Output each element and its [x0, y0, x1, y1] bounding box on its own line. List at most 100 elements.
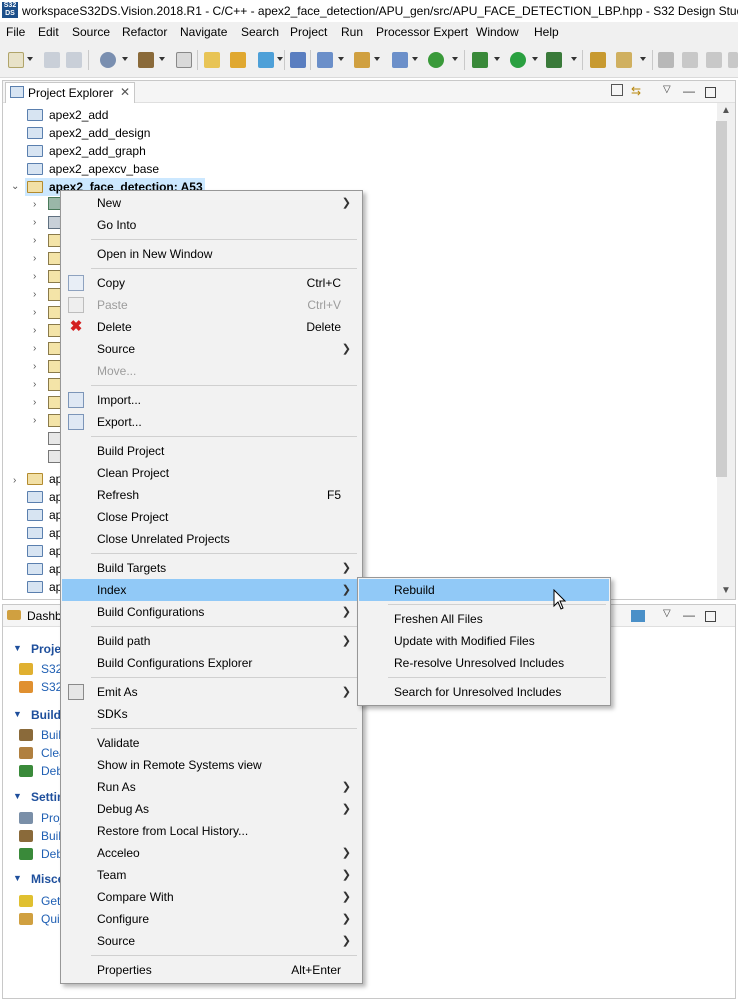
menu-refactor[interactable]: Refactor: [122, 25, 167, 39]
tree-item[interactable]: ap: [27, 524, 62, 542]
key-dropdown-icon[interactable]: [640, 57, 646, 61]
menu-item-copy[interactable]: Copy Ctrl+C: [62, 272, 361, 294]
dashboard-link[interactable]: Buil: [41, 829, 61, 843]
menu-item-restore-local-history[interactable]: Restore from Local History...: [62, 820, 361, 842]
external-tools-icon[interactable]: [546, 52, 562, 68]
build-hammer-icon[interactable]: [138, 52, 154, 68]
menu-item-acceleo[interactable]: Acceleo ❯: [62, 842, 361, 864]
menu-item-close-unrelated-projects[interactable]: Close Unrelated Projects: [62, 528, 361, 550]
new-source-icon[interactable]: [392, 52, 408, 68]
submenu-item-freshen-all-files[interactable]: Freshen All Files: [359, 608, 609, 630]
chevron-right-icon[interactable]: ›: [33, 397, 36, 408]
remote-icon[interactable]: [258, 52, 274, 68]
pin-icon[interactable]: [290, 52, 306, 68]
link-editor-icon[interactable]: ⇆: [631, 84, 641, 98]
new-class-icon[interactable]: [204, 52, 220, 68]
submenu-item-re-resolve-includes[interactable]: Re-resolve Unresolved Includes: [359, 652, 609, 674]
annotation-icon[interactable]: [682, 52, 698, 68]
format-icon[interactable]: [706, 52, 722, 68]
menu-item-sdks[interactable]: SDKs: [62, 703, 361, 725]
binary-icon[interactable]: [176, 52, 192, 68]
menu-item-paste[interactable]: Paste Ctrl+V: [62, 294, 361, 316]
open-type-icon[interactable]: [354, 52, 370, 68]
menu-project[interactable]: Project: [290, 25, 327, 39]
open-folder-icon[interactable]: [590, 52, 606, 68]
new-project-dropdown-icon[interactable]: [338, 57, 344, 61]
menu-item-build-configurations[interactable]: Build Configurations ❯: [62, 601, 361, 623]
debug-bug-icon[interactable]: [472, 52, 488, 68]
chevron-right-icon[interactable]: ›: [33, 415, 36, 426]
tree-item[interactable]: ap: [27, 470, 62, 488]
menu-window[interactable]: Window: [476, 25, 519, 39]
new-file-icon[interactable]: [230, 52, 246, 68]
remote-dropdown-icon[interactable]: [277, 57, 283, 61]
chevron-right-icon[interactable]: ›: [33, 343, 36, 354]
menu-item-open-in-new-window[interactable]: Open in New Window: [62, 243, 361, 265]
chevron-right-icon[interactable]: ›: [33, 361, 36, 372]
menu-item-import[interactable]: Import...: [62, 389, 361, 411]
run-dropdown-icon[interactable]: [532, 57, 538, 61]
menu-item-properties[interactable]: Properties Alt+Enter: [62, 959, 361, 981]
view-menu-icon[interactable]: ▽: [663, 84, 671, 95]
scroll-up-icon[interactable]: ▲: [721, 105, 731, 116]
refresh-dropdown-icon[interactable]: [452, 57, 458, 61]
maximize-icon[interactable]: [705, 87, 716, 98]
chevron-down-icon[interactable]: ▼: [13, 709, 22, 719]
chevron-down-icon[interactable]: ▼: [13, 873, 22, 883]
menu-run[interactable]: Run: [341, 25, 363, 39]
open-type-dropdown-icon[interactable]: [374, 57, 380, 61]
menu-item-delete[interactable]: ✖ Delete Delete: [62, 316, 361, 338]
chevron-right-icon[interactable]: ›: [33, 217, 36, 228]
tree-item[interactable]: ap: [27, 506, 62, 524]
menu-processor-expert[interactable]: Processor Expert: [376, 25, 468, 39]
menu-search[interactable]: Search: [241, 25, 279, 39]
chevron-right-icon[interactable]: ›: [33, 307, 36, 318]
menu-item-new[interactable]: New ❯: [62, 192, 361, 214]
menu-item-close-project[interactable]: Close Project: [62, 506, 361, 528]
new-source-dropdown-icon[interactable]: [412, 57, 418, 61]
chevron-down-icon[interactable]: ▼: [13, 791, 22, 801]
collapse-all-icon[interactable]: [611, 84, 623, 96]
menu-item-run-as[interactable]: Run As ❯: [62, 776, 361, 798]
chevron-right-icon[interactable]: ›: [13, 475, 16, 486]
menu-navigate[interactable]: Navigate: [180, 25, 227, 39]
scrollbar-thumb[interactable]: [716, 121, 727, 477]
tree-item[interactable]: apex2_apexcv_base: [27, 160, 159, 178]
external-tools-dropdown-icon[interactable]: [571, 57, 577, 61]
menu-item-show-in-remote-systems[interactable]: Show in Remote Systems view: [62, 754, 361, 776]
menu-item-go-into[interactable]: Go Into: [62, 214, 361, 236]
menu-item-emit-as[interactable]: Emit As ❯: [62, 681, 361, 703]
menu-help[interactable]: Help: [534, 25, 559, 39]
tab-dashboard[interactable]: Dashb: [27, 609, 62, 623]
tree-item[interactable]: apex2_add_design: [27, 124, 150, 142]
chevron-right-icon[interactable]: ›: [33, 235, 36, 246]
new-project-icon[interactable]: [317, 52, 333, 68]
menu-item-refresh[interactable]: Refresh F5: [62, 484, 361, 506]
menu-item-move[interactable]: Move...: [62, 360, 361, 382]
maximize-icon[interactable]: [705, 611, 716, 622]
menu-file[interactable]: File: [6, 25, 25, 39]
refresh-icon[interactable]: [428, 52, 444, 68]
edit-icon[interactable]: [658, 52, 674, 68]
chevron-right-icon[interactable]: ›: [33, 325, 36, 336]
key-icon[interactable]: [616, 52, 632, 68]
view-menu-icon[interactable]: ▽: [663, 608, 671, 619]
menu-item-debug-as[interactable]: Debug As ❯: [62, 798, 361, 820]
debug-dropdown-icon[interactable]: [494, 57, 500, 61]
tab-project-explorer[interactable]: Project Explorer ✕: [5, 82, 135, 103]
tree-item[interactable]: apex2_add_graph: [27, 142, 146, 160]
menu-item-validate[interactable]: Validate: [62, 732, 361, 754]
tree-item[interactable]: ap: [27, 488, 62, 506]
dashboard-link[interactable]: Buil: [41, 728, 61, 742]
menu-item-clean-project[interactable]: Clean Project: [62, 462, 361, 484]
tree-item[interactable]: ap: [27, 542, 62, 560]
menu-item-build-path[interactable]: Build path ❯: [62, 630, 361, 652]
chevron-right-icon[interactable]: ›: [33, 289, 36, 300]
tree-item[interactable]: ap: [27, 560, 62, 578]
submenu-item-rebuild[interactable]: Rebuild: [359, 579, 609, 601]
menu-item-compare-with[interactable]: Compare With ❯: [62, 886, 361, 908]
menu-item-build-project[interactable]: Build Project: [62, 440, 361, 462]
submenu-item-update-modified-files[interactable]: Update with Modified Files: [359, 630, 609, 652]
menu-item-export[interactable]: Export...: [62, 411, 361, 433]
tree-item[interactable]: ap: [27, 578, 62, 596]
